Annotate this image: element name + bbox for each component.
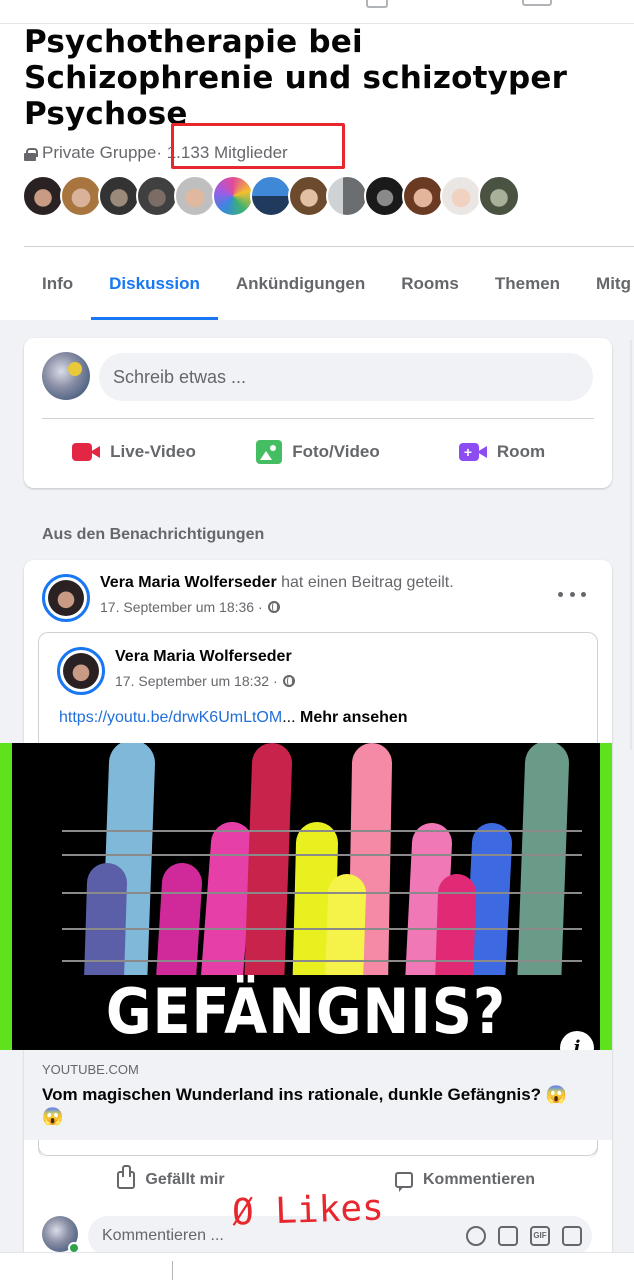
- camera-icon[interactable]: [498, 1226, 518, 1246]
- composer-input[interactable]: Schreib etwas ...: [99, 353, 593, 401]
- shared-post-bottom-border: [38, 1140, 598, 1156]
- avatar[interactable]: [60, 175, 102, 217]
- globe-icon: [267, 601, 280, 613]
- live-video-button[interactable]: Live-Video: [42, 426, 226, 478]
- shared-post-author[interactable]: Vera Maria Wolferseder: [115, 648, 292, 666]
- thumbs-up-icon: [117, 1165, 136, 1189]
- composer-actions: Live-Video Foto/Video + Room: [42, 426, 594, 478]
- room-label: Room: [496, 442, 546, 461]
- ellipsis: ...: [282, 709, 296, 726]
- post-composer: Schreib etwas ... Live-Video Foto/Video …: [24, 338, 612, 488]
- shared-post-text: https://youtu.be/drwK6UmLtOM... Mehr ans…: [59, 709, 408, 727]
- live-video-icon: [72, 442, 102, 462]
- top-strip: [0, 0, 634, 24]
- section-heading: Aus den Benachrichtigungen: [42, 526, 265, 543]
- tab-diskussion[interactable]: Diskussion: [91, 248, 218, 320]
- emoji-icon[interactable]: [466, 1226, 486, 1246]
- avatar[interactable]: [250, 175, 292, 217]
- avatar[interactable]: [440, 175, 482, 217]
- toolbar-icon[interactable]: [366, 0, 388, 8]
- video-thumbnail[interactable]: GEFÄNGNIS?: [0, 743, 612, 1050]
- group-title: Psychotherapie bei Schizophrenie und sch…: [24, 24, 568, 132]
- tab-rooms[interactable]: Rooms: [383, 248, 477, 320]
- post-action: hat einen Beitrag geteilt.: [276, 574, 454, 591]
- comment-label: Kommentieren: [422, 1171, 536, 1188]
- tab-info[interactable]: Info: [24, 248, 91, 320]
- timestamp-text: 17. September um 18:36 ·: [100, 599, 263, 615]
- thumbnail-title: GEFÄNGNIS?: [105, 975, 507, 1048]
- bottom-bar: [0, 1252, 634, 1280]
- lock-icon: [24, 147, 38, 161]
- toolbar-icon[interactable]: [522, 0, 552, 6]
- avatar[interactable]: [326, 175, 368, 217]
- see-more-link[interactable]: Mehr ansehen: [296, 709, 408, 726]
- header-divider: [24, 246, 634, 247]
- avatar[interactable]: [212, 175, 254, 217]
- globe-icon: [282, 675, 295, 687]
- author-avatar[interactable]: [42, 574, 90, 622]
- comment-icon: [394, 1172, 413, 1192]
- post-header: Vera Maria Wolferseder hat einen Beitrag…: [100, 574, 454, 592]
- avatar[interactable]: [288, 175, 330, 217]
- avatar[interactable]: [98, 175, 140, 217]
- tab-themen[interactable]: Themen: [477, 248, 578, 320]
- comment-placeholder: Kommentieren ...: [102, 1227, 224, 1244]
- author-avatar[interactable]: [57, 647, 105, 695]
- divider: [630, 340, 632, 750]
- avatar[interactable]: [402, 175, 444, 217]
- avatar[interactable]: [136, 175, 178, 217]
- annotation-highlight-box: [171, 123, 345, 169]
- timestamp-text: 17. September um 18:32 ·: [115, 673, 278, 689]
- sticker-icon[interactable]: [562, 1226, 582, 1246]
- avatar[interactable]: [174, 175, 216, 217]
- video-link[interactable]: https://youtu.be/drwK6UmLtOM: [59, 709, 282, 726]
- divider: [172, 1261, 173, 1280]
- photo-video-button[interactable]: Foto/Video: [226, 426, 410, 478]
- room-icon: +: [458, 442, 489, 462]
- tab-ankuendigungen[interactable]: Ankündigungen: [218, 248, 383, 320]
- avatar[interactable]: [364, 175, 406, 217]
- like-label: Gefällt mir: [145, 1171, 225, 1188]
- tab-mitglieder[interactable]: Mitg: [578, 248, 634, 320]
- avatar[interactable]: [478, 175, 520, 217]
- link-preview[interactable]: YOUTUBE.COM Vom magischen Wunderland ins…: [24, 1050, 612, 1140]
- gif-icon[interactable]: GIF: [530, 1226, 550, 1246]
- comment-tools: GIF: [466, 1226, 582, 1246]
- privacy-label: Private Gruppe: [42, 143, 157, 162]
- member-avatars[interactable]: [22, 175, 520, 217]
- post-author[interactable]: Vera Maria Wolferseder: [100, 574, 277, 591]
- link-title: Vom magischen Wunderland ins rationale, …: [42, 1085, 567, 1126]
- photo-video-label: Foto/Video: [292, 442, 380, 461]
- divider: [42, 418, 594, 419]
- post-timestamp[interactable]: 17. September um 18:36 ·: [100, 599, 280, 615]
- shared-post-timestamp[interactable]: 17. September um 18:32 ·: [115, 673, 295, 689]
- group-tabs: Info Diskussion Ankündigungen Rooms Them…: [24, 248, 634, 320]
- avatar[interactable]: [42, 352, 90, 400]
- room-button[interactable]: + Room: [410, 426, 594, 478]
- photo-icon: [256, 440, 283, 464]
- avatar[interactable]: [22, 175, 64, 217]
- thumbnail-image: GEFÄNGNIS?: [12, 743, 600, 1050]
- more-options-icon[interactable]: [558, 584, 586, 604]
- live-video-label: Live-Video: [110, 442, 196, 461]
- link-domain: YOUTUBE.COM: [42, 1062, 139, 1077]
- handwritten-annotation: Ø Likes: [231, 1187, 385, 1234]
